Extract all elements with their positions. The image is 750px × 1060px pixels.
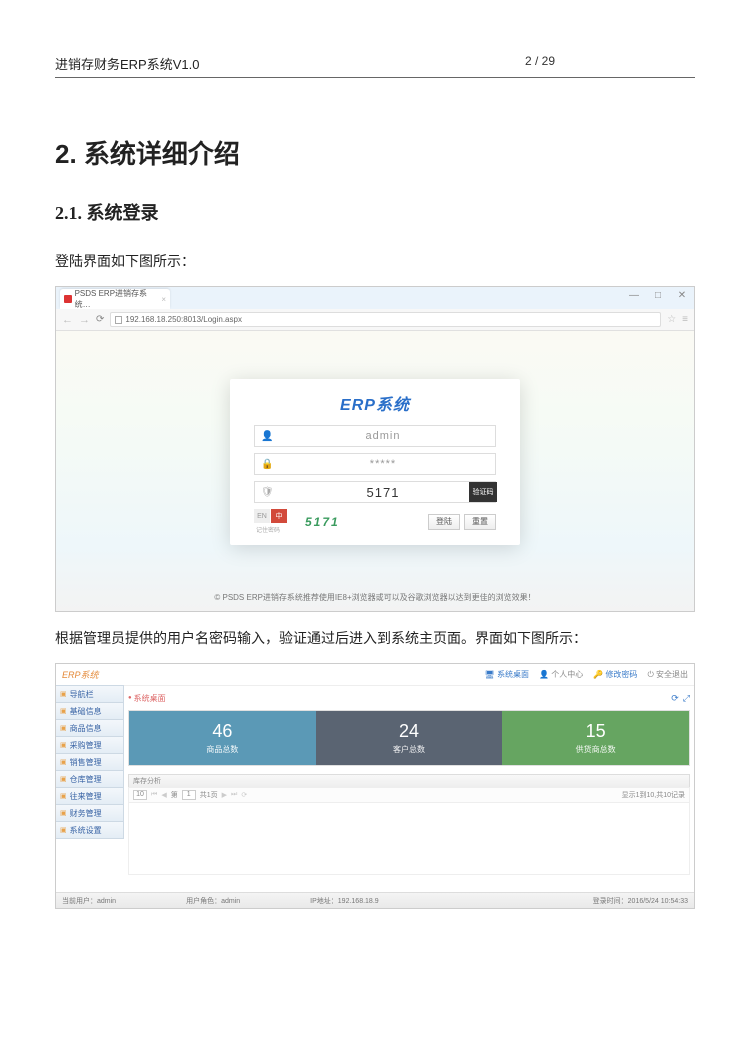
tile-suppliers-label: 供货商总数	[576, 744, 616, 755]
stat-tiles: 46 商品总数 24 客户总数 15 供货商总数	[128, 710, 690, 766]
pager-info: 显示1到10,共10记录	[622, 790, 685, 800]
reload-icon[interactable]: ⟳	[96, 314, 104, 325]
captcha-image[interactable]: 5171	[305, 515, 340, 529]
sidebar: 导航栏 基础信息 商品信息 采购管理 销售管理 仓库管理 往来管理 财务管理 系…	[56, 686, 124, 886]
top-menu: 🖥 系统桌面 👤 个人中心 🔑 修改密码 ⏻ 安全退出	[485, 669, 688, 680]
verify-code-value: 5171	[277, 485, 489, 500]
login-title: ERP系统	[254, 391, 496, 415]
pager-prefix: 第	[171, 790, 178, 800]
status-bar: 当前用户：admin 用户角色：admin IP地址：192.168.18.9 …	[56, 892, 694, 908]
user-icon: 👤	[261, 431, 273, 442]
panel-tools[interactable]: ⟳ ⤢	[671, 693, 690, 704]
status-ip: IP地址：192.168.18.9	[310, 896, 379, 906]
tile-suppliers[interactable]: 15 供货商总数	[502, 711, 689, 765]
address-bar[interactable]: 192.168.18.250:8013/Login.aspx	[110, 312, 661, 327]
menu-icon[interactable]: ≡	[682, 314, 688, 325]
login-footer-text: © PSDS ERP进销存系统推荐使用IE8+浏览器或可以及谷歌浏览器以达到更佳…	[56, 592, 694, 603]
status-role: 用户角色：admin	[186, 896, 240, 906]
pager-last-icon[interactable]: ⏭	[231, 791, 237, 799]
lang-en-button[interactable]: EN	[254, 509, 270, 523]
username-value: admin	[277, 430, 489, 442]
browser-toolbar: ← → ⟳ 192.168.18.250:8013/Login.aspx ☆ ≡	[56, 309, 694, 331]
main-content: 系统桌面 ⟳ ⤢ 46 商品总数 24 客户总数	[124, 686, 694, 886]
verify-badge: 验证码	[469, 482, 497, 502]
tile-goods[interactable]: 46 商品总数	[129, 711, 316, 765]
page-icon	[115, 316, 122, 324]
browser-tab[interactable]: PSDS ERP进销存系统… ×	[60, 289, 170, 309]
sidebar-item-warehouse[interactable]: 仓库管理	[56, 770, 124, 788]
sidebar-item-basic[interactable]: 基础信息	[56, 702, 124, 720]
pager-refresh-icon[interactable]: ⟳	[241, 791, 247, 799]
verify-code-field[interactable]: 🛡 5171 验证码	[254, 481, 496, 503]
page-number: 2 / 29	[525, 54, 555, 73]
sidebar-item-finance[interactable]: 财务管理	[56, 804, 124, 822]
tile-goods-label: 商品总数	[206, 744, 238, 755]
lang-cn-button[interactable]: 中	[271, 509, 287, 523]
document-header: 进销存财务ERP系统V1.0 2 / 29	[55, 54, 695, 78]
shield-icon: 🛡	[261, 487, 273, 498]
pager-prev-icon[interactable]: ◀	[161, 791, 166, 799]
subsection-heading: 2.1. 系统登录	[55, 199, 695, 225]
sidebar-item-exchange[interactable]: 往来管理	[56, 787, 124, 805]
pager-first-icon[interactable]: ⏮	[151, 791, 157, 799]
tile-customers[interactable]: 24 客户总数	[316, 711, 503, 765]
status-user: 当前用户：admin	[62, 896, 116, 906]
tile-customers-value: 24	[399, 721, 419, 742]
sidebar-item-goods[interactable]: 商品信息	[56, 719, 124, 737]
nav-back-icon[interactable]: ←	[62, 314, 73, 326]
login-card: ERP系统 👤 admin 🔒 ***** 🛡 5171 验证码 EN 中	[230, 379, 520, 545]
page-size-select[interactable]: 10	[133, 790, 147, 800]
pager-next-icon[interactable]: ▶	[222, 791, 227, 799]
sidebar-item-nav[interactable]: 导航栏	[56, 685, 124, 703]
expand-icon[interactable]: ⤢	[683, 693, 690, 704]
tab-favicon-icon	[64, 295, 72, 303]
bookmark-icon[interactable]: ☆	[667, 314, 676, 325]
tab-close-icon[interactable]: ×	[161, 295, 166, 304]
login-screenshot: PSDS ERP进销存系统… × — □ ✕ ← → ⟳ 192.168.18.…	[55, 286, 695, 612]
brand-text: ERP系统	[62, 668, 99, 681]
remember-password-label[interactable]: 记住密码	[256, 525, 287, 534]
data-grid-empty	[128, 803, 690, 875]
panel-header: 库存分析	[128, 774, 690, 788]
dashboard-screenshot: ERP系统 🖥 系统桌面 👤 个人中心 🔑 修改密码 ⏻ 安全退出 导航栏 基础…	[55, 663, 695, 909]
password-value: *****	[277, 458, 489, 470]
menu-logout[interactable]: ⏻ 安全退出	[647, 669, 688, 680]
section-heading: 2. 系统详细介绍	[55, 134, 695, 171]
menu-personal[interactable]: 👤 个人中心	[539, 669, 583, 680]
after-login-text: 根据管理员提供的用户名密码输入，验证通过后进入到系统主页面。界面如下图所示：	[55, 626, 695, 651]
tab-title: PSDS ERP进销存系统…	[75, 288, 159, 310]
url-text: 192.168.18.250:8013/Login.aspx	[125, 315, 242, 324]
menu-change-pw[interactable]: 🔑 修改密码	[593, 669, 637, 680]
intro-text: 登陆界面如下图所示：	[55, 249, 695, 274]
window-close-icon[interactable]: ✕	[670, 287, 694, 303]
page-number-input[interactable]: 1	[182, 790, 196, 800]
tile-customers-label: 客户总数	[393, 744, 425, 755]
browser-titlebar: PSDS ERP进销存系统… × — □ ✕	[56, 287, 694, 309]
tab-desktop[interactable]: 系统桌面	[128, 693, 166, 704]
window-maximize-icon[interactable]: □	[646, 287, 670, 303]
pagination-bar[interactable]: 10 ⏮ ◀ 第 1 共1页 ▶ ⏭ ⟳ 显示1到10,共10记录	[128, 787, 690, 803]
dashboard-topbar: ERP系统 🖥 系统桌面 👤 个人中心 🔑 修改密码 ⏻ 安全退出	[56, 664, 694, 686]
login-button[interactable]: 登陆	[428, 514, 460, 530]
sidebar-item-settings[interactable]: 系统设置	[56, 821, 124, 839]
language-switch[interactable]: EN 中	[254, 509, 287, 523]
sidebar-item-sales[interactable]: 销售管理	[56, 753, 124, 771]
status-time: 登录时间：2016/5/24 10:54:33	[593, 896, 688, 906]
sidebar-item-purchase[interactable]: 采购管理	[56, 736, 124, 754]
tile-goods-value: 46	[212, 721, 232, 742]
password-field[interactable]: 🔒 *****	[254, 453, 496, 475]
reset-button[interactable]: 重置	[464, 514, 496, 530]
menu-desktop[interactable]: 🖥 系统桌面	[485, 669, 529, 680]
nav-forward-icon[interactable]: →	[79, 314, 90, 326]
doc-title: 进销存财务ERP系统V1.0	[55, 54, 199, 73]
tile-suppliers-value: 15	[586, 721, 606, 742]
window-minimize-icon[interactable]: —	[622, 287, 646, 303]
lock-icon: 🔒	[261, 459, 273, 470]
refresh-icon[interactable]: ⟳	[671, 693, 679, 704]
pager-total: 共1页	[200, 790, 218, 800]
username-field[interactable]: 👤 admin	[254, 425, 496, 447]
